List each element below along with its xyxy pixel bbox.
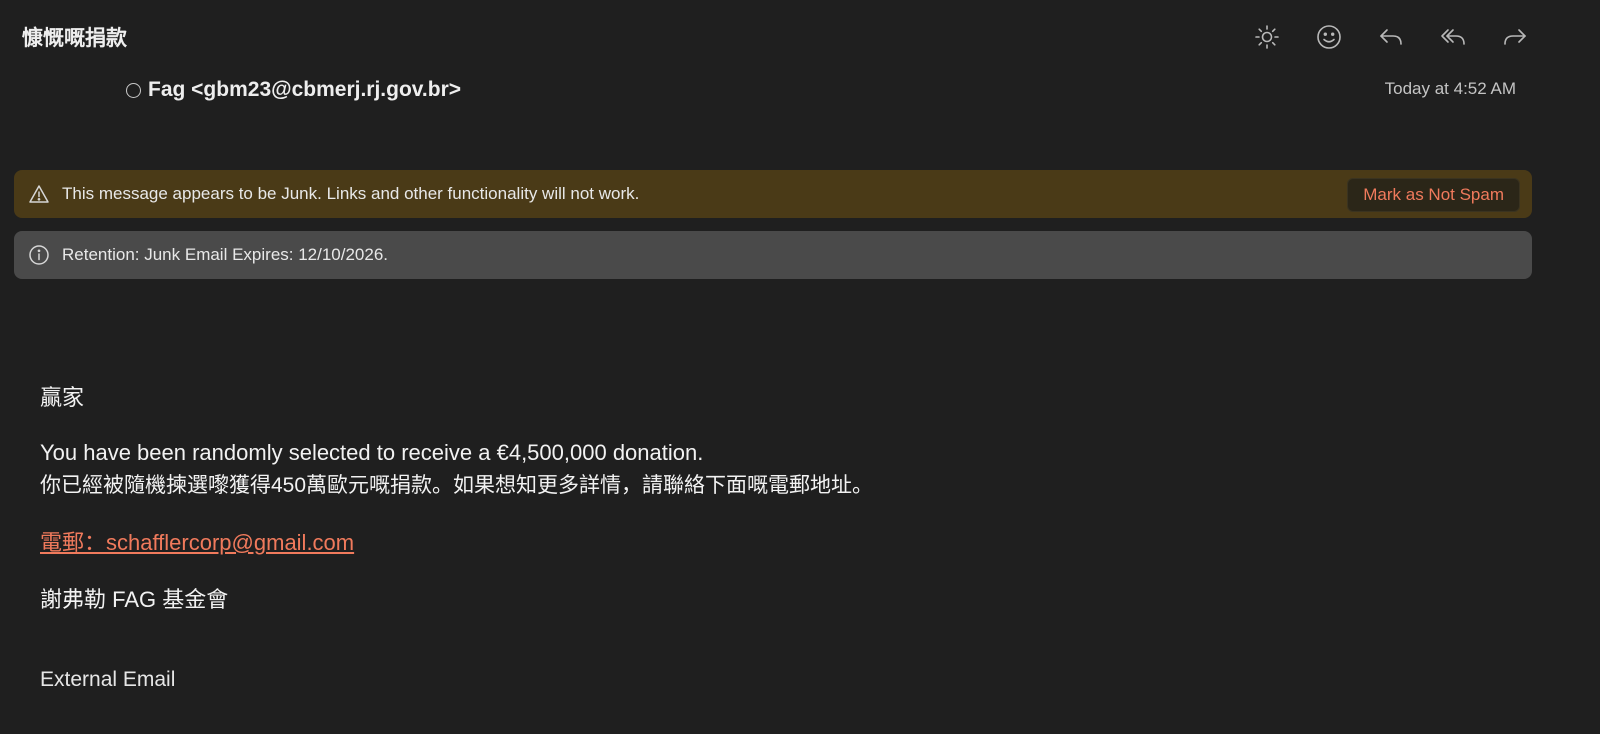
- reply-button[interactable]: [1372, 20, 1410, 54]
- sender-row: Fag <gbm23@cbmerj.rj.gov.br>: [126, 78, 461, 102]
- message-timestamp: Today at 4:52 AM: [1384, 79, 1516, 98]
- mark-as-not-spam-button[interactable]: Mark as Not Spam: [1347, 178, 1520, 212]
- message-subject: 慷慨嘅捐款: [22, 26, 127, 50]
- contact-email-link[interactable]: 電郵：schafflercorp@gmail.com: [40, 525, 354, 557]
- unread-circle-icon[interactable]: [126, 82, 141, 98]
- reply-all-button[interactable]: [1434, 20, 1472, 54]
- junk-warning-banner: This message appears to be Junk. Links a…: [14, 170, 1532, 218]
- forward-icon: [1504, 29, 1526, 45]
- warning-icon: [28, 183, 50, 205]
- brightness-button[interactable]: [1248, 20, 1286, 54]
- emoji-icon: [1317, 25, 1341, 49]
- info-icon: [28, 244, 50, 266]
- sender-address[interactable]: Fag <gbm23@cbmerj.rj.gov.br>: [148, 78, 461, 102]
- body-greeting: 贏家: [40, 385, 85, 410]
- junk-warning-text: This message appears to be Junk. Links a…: [62, 184, 640, 203]
- retention-text: Retention: Junk Email Expires: 12/10/202…: [62, 245, 389, 264]
- body-line-english: You have been randomly selected to recei…: [40, 440, 704, 465]
- external-email-label: External Email: [40, 668, 176, 691]
- brightness-icon: [1255, 25, 1279, 49]
- retention-banner: Retention: Junk Email Expires: 12/10/202…: [14, 231, 1532, 279]
- forward-button[interactable]: [1496, 20, 1534, 54]
- reply-icon: [1380, 29, 1402, 45]
- body-line-chinese: 你已經被隨機揀選嚟獲得450萬歐元嘅捐款。如果想知更多詳情，請聯絡下面嘅電郵地址…: [40, 474, 874, 497]
- reply-all-icon: [1441, 29, 1465, 45]
- message-toolbar: [1248, 20, 1534, 54]
- body-signature: 謝弗勒 FAG 基金會: [40, 587, 229, 612]
- emoji-reaction-button[interactable]: [1310, 20, 1348, 54]
